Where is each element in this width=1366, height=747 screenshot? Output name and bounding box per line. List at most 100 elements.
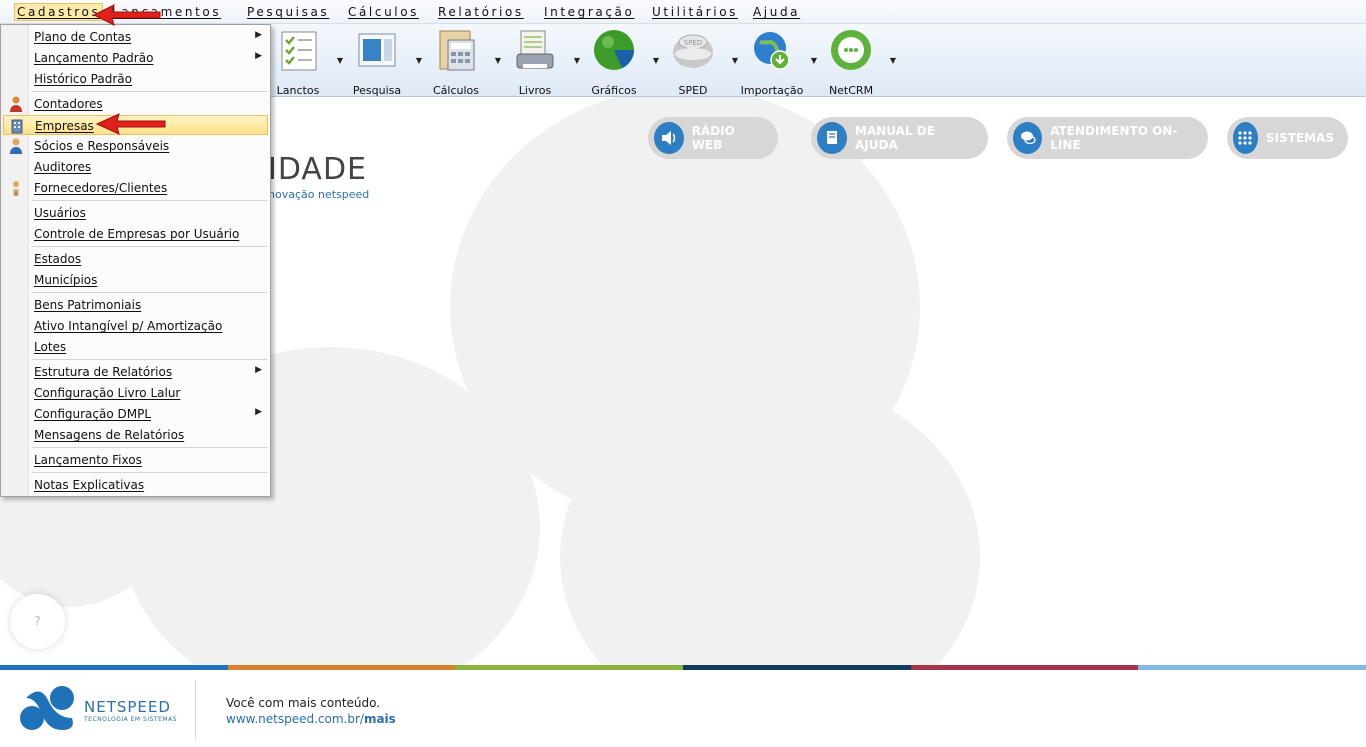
menu-pesquisas[interactable]: Pesquisas <box>247 5 329 19</box>
menu-item-label: Plano de Contas <box>34 30 132 44</box>
menu-item-label: Ativo Intangível p/ Amortização <box>34 319 223 333</box>
menu-separator <box>31 91 267 92</box>
menu-bar: Cadastros Lançamentos Pesquisas Cálculos… <box>0 0 1366 24</box>
brand-subtitle: novação netspeed <box>268 188 370 201</box>
atendimento-online-button[interactable]: ATENDIMENTO ON-LINE <box>1007 117 1208 159</box>
menu-ajuda[interactable]: Ajuda <box>753 5 800 19</box>
menu-item-bens-patrimoniais[interactable]: Bens Patrimoniais <box>3 295 268 315</box>
menu-item-mensagens-de-relatorios[interactable]: Mensagens de Relatórios <box>3 425 268 445</box>
menu-item-label: Configuração DMPL <box>34 407 152 421</box>
menu-item-usuarios[interactable]: Usuários <box>3 203 268 223</box>
checklist-icon <box>276 28 320 72</box>
speaker-icon <box>654 122 684 154</box>
menu-item-label: Fornecedores/Clientes <box>34 181 168 195</box>
person-tie-icon <box>9 180 23 196</box>
person-blue-icon <box>9 138 23 154</box>
document-search-icon <box>355 28 399 72</box>
submenu-arrow-icon: ▶ <box>255 365 262 375</box>
submenu-arrow-icon: ▶ <box>255 30 262 40</box>
menu-item-contadores[interactable]: Contadores <box>3 94 268 114</box>
grid-dots-icon <box>1233 122 1258 154</box>
menu-item-lancamento-padrao[interactable]: Lançamento Padrão ▶ <box>3 48 268 68</box>
toolbar-button-netcrm[interactable]: NetCRM ▼ <box>816 26 896 97</box>
footer-message: Você com mais conteúdo. <box>226 696 381 710</box>
menu-integracao[interactable]: Integração <box>544 5 634 19</box>
menu-item-label: Notas Explicativas <box>34 478 145 492</box>
toolbar-button-sped[interactable]: SPED SPED ▼ <box>658 26 738 97</box>
svg-text:SPED: SPED <box>684 39 702 47</box>
menu-item-label: Histórico Padrão <box>34 72 132 86</box>
menu-item-historico-padrao[interactable]: Histórico Padrão <box>3 69 268 89</box>
footer-link-suffix: mais <box>363 712 396 726</box>
menu-item-estados[interactable]: Estados <box>3 249 268 269</box>
menu-item-label: Empresas <box>35 119 94 133</box>
toolbar-label: Pesquisa <box>352 84 402 97</box>
menu-item-label: Municípios <box>34 273 98 287</box>
radio-web-button[interactable]: RÁDIO WEB <box>648 117 778 159</box>
dropdown-arrow-icon[interactable]: ▼ <box>890 56 896 65</box>
footer-logo-name: NETSPEED <box>84 698 171 716</box>
toolbar-label: NetCRM <box>828 84 874 97</box>
submenu-arrow-icon: ▶ <box>255 407 262 417</box>
menu-item-label: Sócios e Responsáveis <box>34 139 170 153</box>
toolbar-label: Cálculos <box>432 84 479 97</box>
manual-de-ajuda-button[interactable]: MANUAL DE AJUDA <box>811 117 988 159</box>
cadastros-dropdown-menu: Plano de Contas ▶ Lançamento Padrão ▶ Hist… <box>0 24 271 497</box>
toolbar-label: Gráficos <box>591 84 637 97</box>
toolbar-label: Lanctos <box>276 84 320 97</box>
menu-item-label: Lotes <box>34 340 67 354</box>
menu-item-socios-e-responsaveis[interactable]: Sócios e Responsáveis <box>3 136 268 156</box>
menu-item-lancamento-fixos[interactable]: Lançamento Fixos <box>3 450 268 470</box>
toolbar-button-pesquisa[interactable]: Pesquisa ▼ <box>342 26 422 97</box>
menu-item-fornecedores-clientes[interactable]: Fornecedores/Clientes <box>3 178 268 198</box>
help-button[interactable]: ? <box>10 594 65 649</box>
menu-cadastros[interactable]: Cadastros <box>14 3 104 21</box>
menu-item-notas-explicativas[interactable]: Notas Explicativas <box>3 475 268 495</box>
atendimento-online-label: ATENDIMENTO ON-LINE <box>1050 124 1178 152</box>
menu-item-plano-de-contas[interactable]: Plano de Contas ▶ <box>3 27 268 47</box>
menu-item-auditores[interactable]: Auditores <box>3 157 268 177</box>
toolbar-button-calculos[interactable]: Cálculos ▼ <box>421 26 501 97</box>
menu-item-municipios[interactable]: Municípios <box>3 270 268 290</box>
menu-relatorios[interactable]: Relatórios <box>438 5 524 19</box>
menu-item-label: Estrutura de Relatórios <box>34 365 173 379</box>
toolbar-button-lanctos[interactable]: Lanctos ▼ <box>263 26 343 97</box>
footer-logo-tagline: TECNOLOGIA EM SISTEMAS <box>84 716 177 723</box>
toolbar-label: SPED <box>678 84 708 97</box>
menu-item-label: Configuração Livro Lalur <box>34 386 181 400</box>
menu-item-label: Lançamento Fixos <box>34 453 142 467</box>
menu-calculos[interactable]: Cálculos <box>348 5 419 19</box>
book-icon <box>817 122 848 154</box>
sistemas-button[interactable]: SISTEMAS <box>1227 117 1348 159</box>
menu-item-label: Lançamento Padrão <box>34 51 154 65</box>
menu-item-label: Bens Patrimoniais <box>34 298 142 312</box>
menu-separator <box>31 447 267 448</box>
menu-separator <box>31 292 267 293</box>
building-icon <box>10 118 24 134</box>
menu-utilitarios[interactable]: Utilitários <box>652 5 738 19</box>
globe-download-icon <box>750 28 794 72</box>
toolbar-button-importacao[interactable]: Importação ▼ <box>737 26 817 97</box>
radio-web-label: RÁDIO WEB <box>691 124 735 152</box>
footer-link[interactable]: www.netspeed.com.br/mais <box>226 712 396 726</box>
menu-item-configuracao-dmpl[interactable]: Configuração DMPL ▶ <box>3 404 268 424</box>
menu-item-estrutura-de-relatorios[interactable]: Estrutura de Relatórios ▶ <box>3 362 268 382</box>
menu-item-label: Auditores <box>34 160 92 174</box>
menu-item-label: Mensagens de Relatórios <box>34 428 185 442</box>
brand-text: IDADE <box>268 152 367 187</box>
menu-item-controle-de-empresas-por-usuario[interactable]: Controle de Empresas por Usuário <box>3 224 268 244</box>
menu-item-ativo-intangivel[interactable]: Ativo Intangível p/ Amortização <box>3 316 268 336</box>
netspeed-logo-icon <box>20 686 74 730</box>
menu-item-configuracao-livro-lalur[interactable]: Configuração Livro Lalur <box>3 383 268 403</box>
footer-link-prefix: www.netspeed.com.br/ <box>226 712 364 726</box>
toolbar-button-graficos[interactable]: Gráficos ▼ <box>579 26 659 97</box>
annotation-arrow-icon <box>92 4 161 26</box>
menu-separator <box>31 246 267 247</box>
person-icon <box>9 96 23 112</box>
toolbar-label: Livros <box>518 84 552 97</box>
toolbar-button-livros[interactable]: Livros ▼ <box>500 26 580 97</box>
manual-de-ajuda-label: MANUAL DE AJUDA <box>855 124 935 152</box>
menu-item-lotes[interactable]: Lotes <box>3 337 268 357</box>
printer-book-icon <box>513 28 557 72</box>
chat-icon <box>1013 122 1043 154</box>
